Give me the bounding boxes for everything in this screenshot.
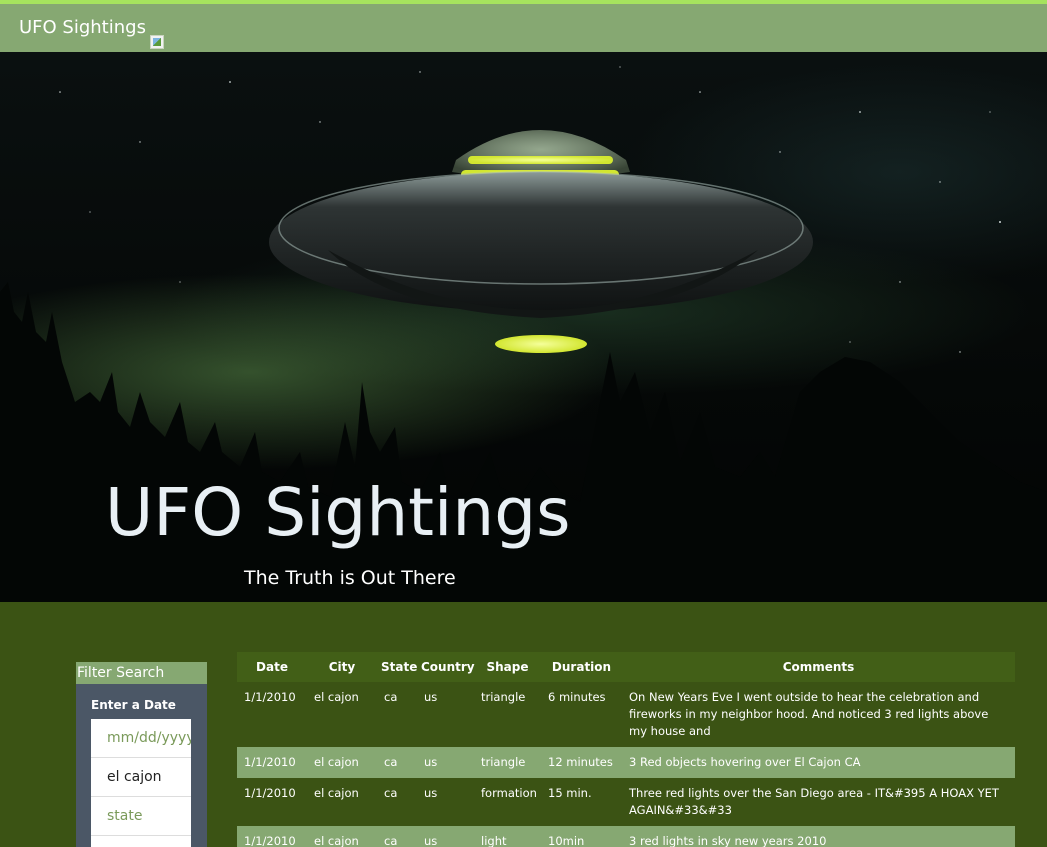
cell-shape: triangle [481,755,526,769]
date-label: Enter a Date [91,698,176,712]
cell-city: el cajon [314,690,359,704]
cell-state: ca [384,755,398,769]
column-header-shape: Shape [486,660,529,674]
column-header-duration: Duration [551,660,612,674]
column-header-state: State [381,660,418,674]
sightings-table: Date City State Country Shape Duration C… [237,652,1015,847]
cell-duration: 6 minutes [548,690,606,704]
column-header-city: City [328,660,356,674]
cell-country: us [424,834,438,847]
hero-subtitle: The Truth is Out There [244,567,456,589]
table-row: 1/1/2010 el cajon ca us light 10min 3 re… [237,826,1015,847]
navbar: UFO Sightings [0,4,1047,52]
broken-image-icon [150,35,164,49]
column-header-comments: Comments [782,660,855,674]
cell-date: 1/1/2010 [244,690,296,704]
filter-search-heading: Filter Search [76,662,207,684]
filter-panel: Enter a Date [76,684,207,847]
cell-shape: formation [481,786,537,800]
sightings-table-container: Date City State Country Shape Duration C… [237,652,1015,847]
cell-shape: triangle [481,690,526,704]
cell-duration: 12 minutes [548,755,613,769]
cell-state: ca [384,834,398,847]
hero-title: UFO Sightings [105,474,571,551]
cell-country: us [424,786,438,800]
cell-date: 1/1/2010 [244,786,296,800]
date-input[interactable] [91,719,191,758]
table-row: 1/1/2010 el cajon ca us triangle 6 minut… [237,682,1015,747]
cell-comments: 3 Red objects hovering over El Cajon CA [629,755,861,769]
cell-comments: On New Years Eve I went outside to hear … [629,690,989,738]
cell-city: el cajon [314,755,359,769]
table-header-row: Date City State Country Shape Duration C… [237,652,1015,682]
cell-country: us [424,755,438,769]
city-input[interactable] [91,758,191,797]
cell-comments: Three red lights over the San Diego area… [629,786,999,817]
country-input[interactable] [91,836,191,847]
state-input[interactable] [91,797,191,836]
cell-shape: light [481,834,507,847]
cell-duration: 15 min. [548,786,592,800]
table-row: 1/1/2010 el cajon ca us triangle 12 minu… [237,747,1015,778]
cell-date: 1/1/2010 [244,755,296,769]
cell-city: el cajon [314,834,359,847]
column-header-country: Country [421,660,475,674]
cell-comments: 3 red lights in sky new years 2010 [629,834,827,847]
cell-country: us [424,690,438,704]
cell-state: ca [384,786,398,800]
cell-city: el cajon [314,786,359,800]
cell-date: 1/1/2010 [244,834,296,847]
cell-duration: 10min [548,834,585,847]
column-header-date: Date [256,660,288,674]
navbar-brand-link[interactable]: UFO Sightings [19,17,146,38]
table-row: 1/1/2010 el cajon ca us formation 15 min… [237,778,1015,826]
cell-state: ca [384,690,398,704]
hero-banner: UFO Sightings The Truth is Out There [0,52,1047,602]
